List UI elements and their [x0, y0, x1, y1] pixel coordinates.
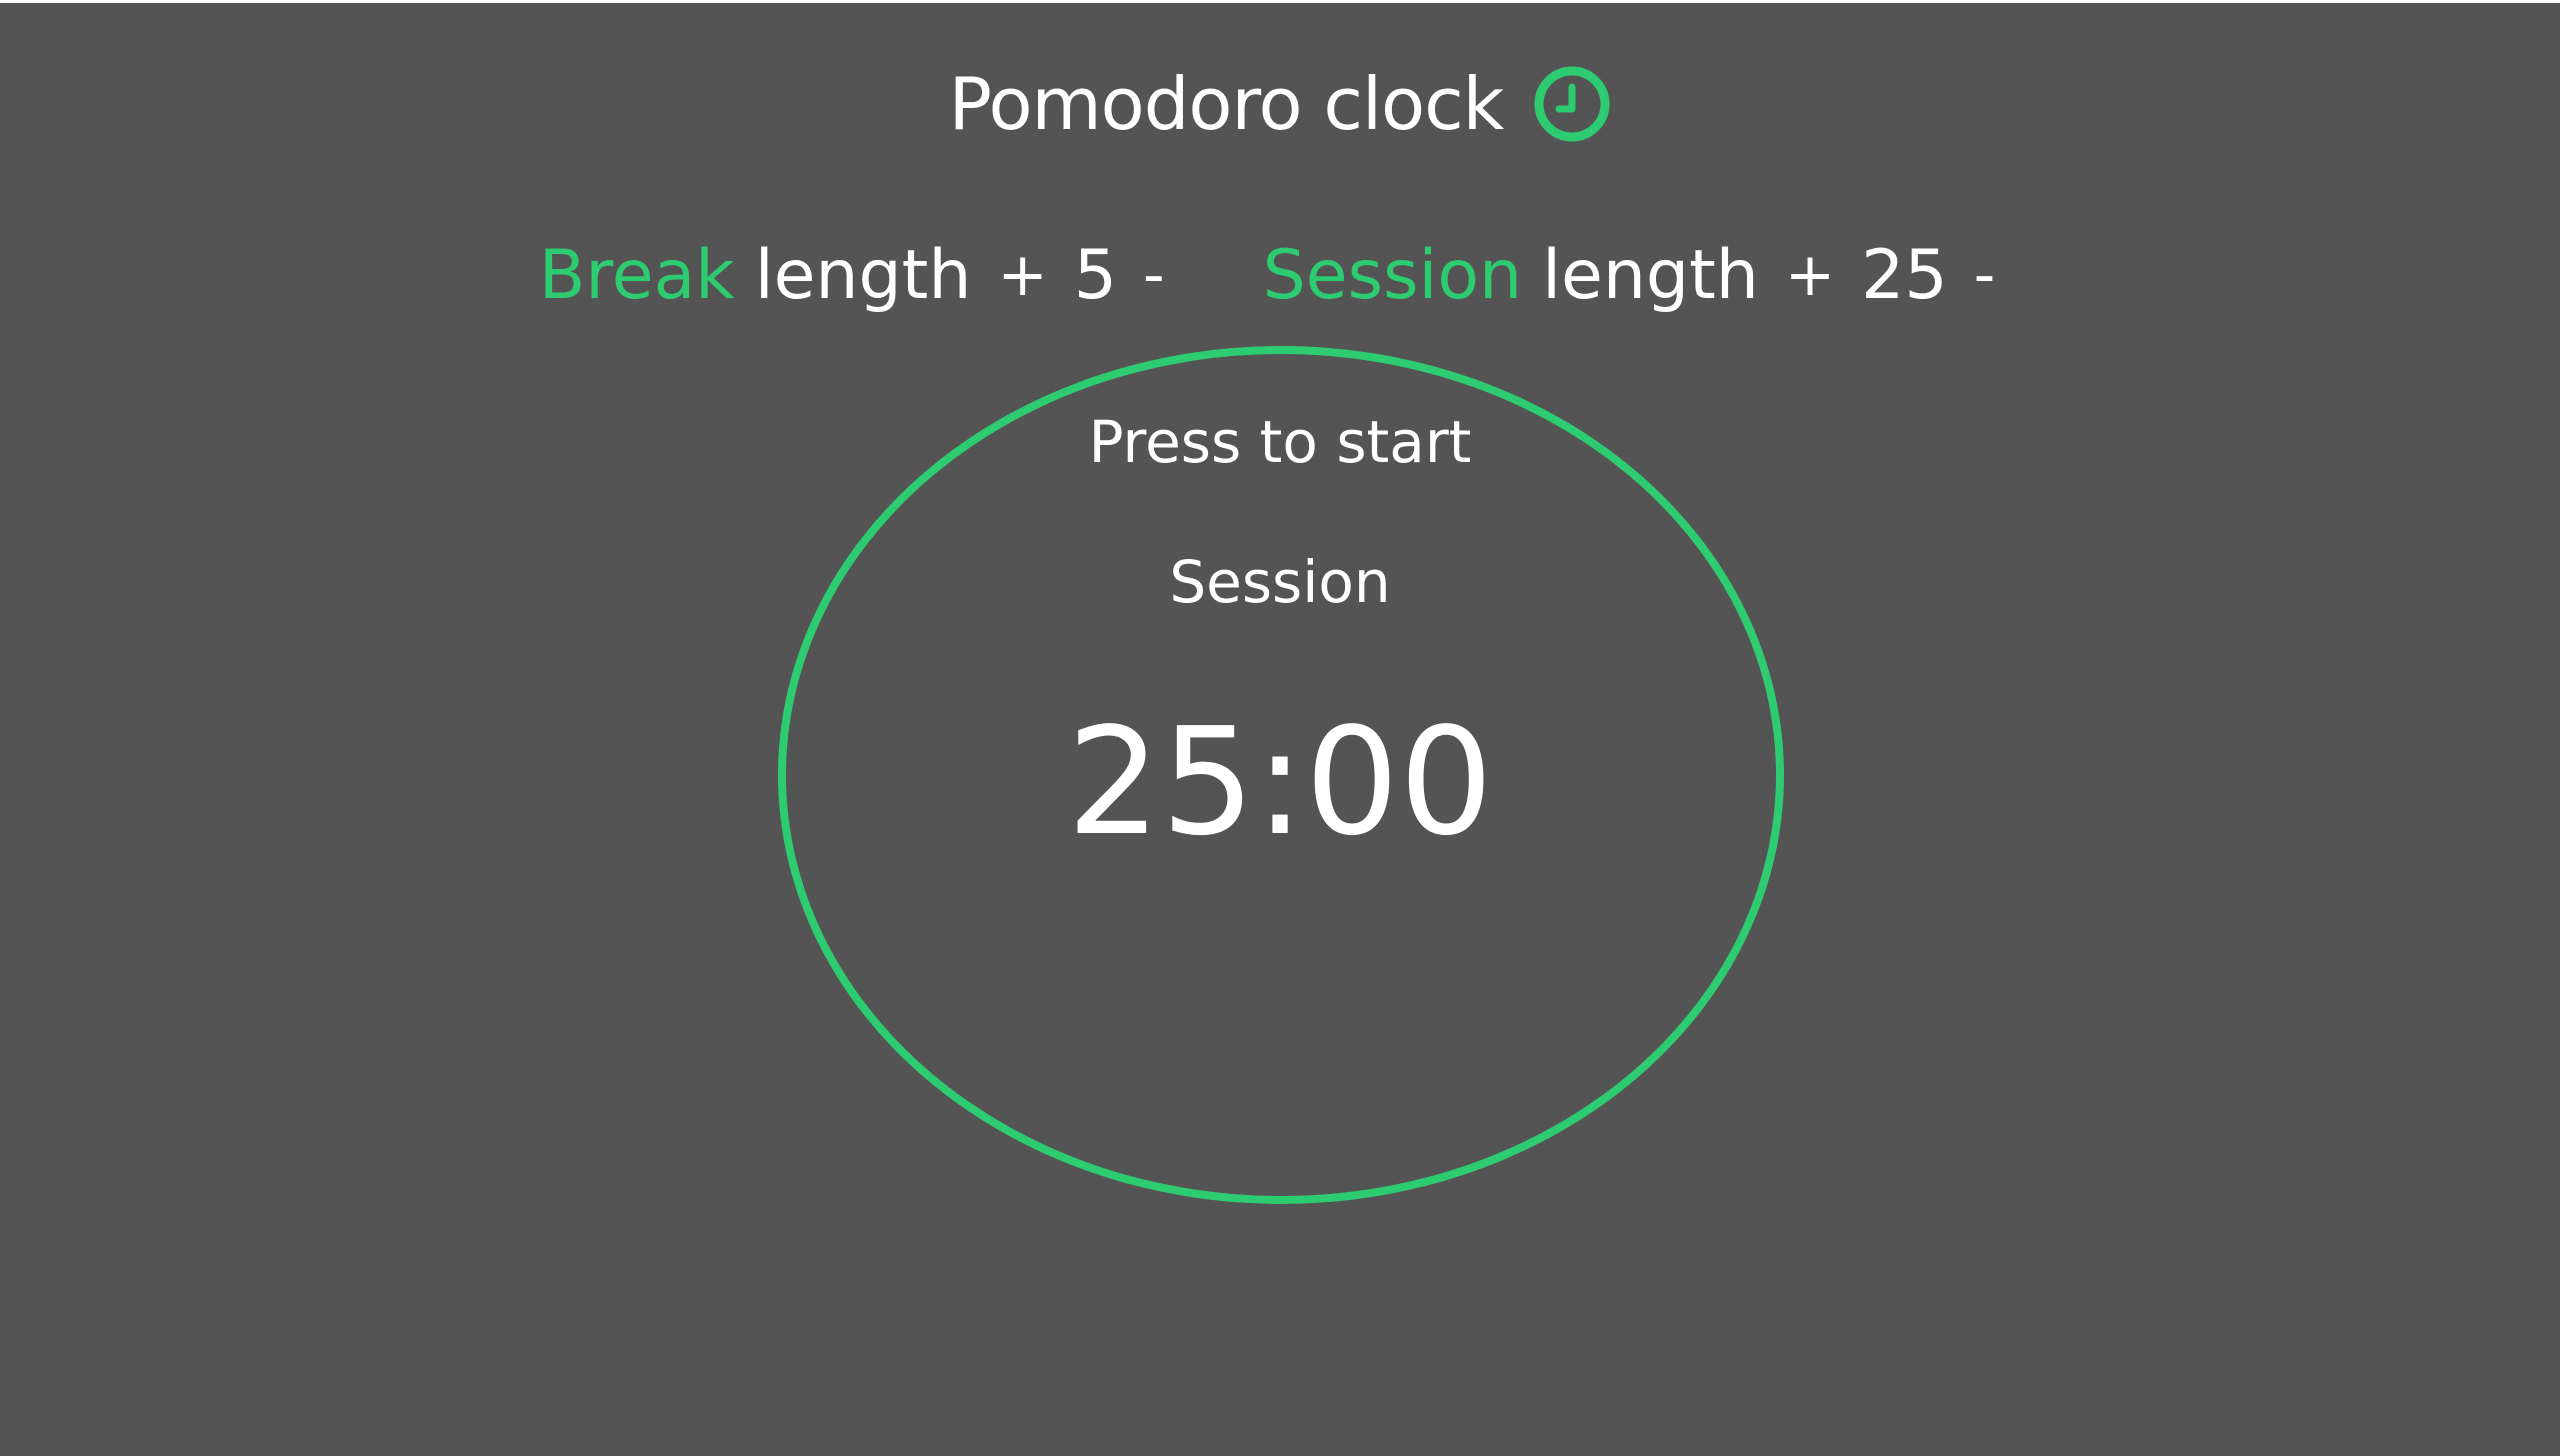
session-increment-button[interactable]: + [1785, 240, 1835, 310]
header: Pomodoro clock [0, 54, 2560, 154]
clock-icon [1533, 65, 1611, 143]
timer-mode-label: Session [1169, 548, 1391, 616]
page-title: Pomodoro clock [948, 62, 1505, 146]
timer-display: 25:00 [1066, 696, 1494, 868]
top-border [0, 0, 2560, 3]
start-prompt: Press to start [1088, 408, 1472, 476]
break-decrement-button[interactable]: - [1143, 240, 1165, 310]
break-increment-button[interactable]: + [997, 240, 1047, 310]
session-label-accent: Session [1262, 235, 1523, 315]
session-length-value: 25 [1861, 235, 1948, 315]
session-decrement-button[interactable]: - [1974, 240, 1996, 310]
session-label: length [1542, 235, 1759, 315]
break-label: length [754, 235, 972, 315]
session-length-control: Session length + 25 - [1263, 236, 2022, 315]
length-controls: Break length + 5 - Session length + 25 - [0, 225, 2560, 325]
break-length-value: 5 [1073, 235, 1117, 315]
break-label-accent: Break [538, 235, 735, 315]
break-length-control: Break length + 5 - [539, 236, 1191, 315]
